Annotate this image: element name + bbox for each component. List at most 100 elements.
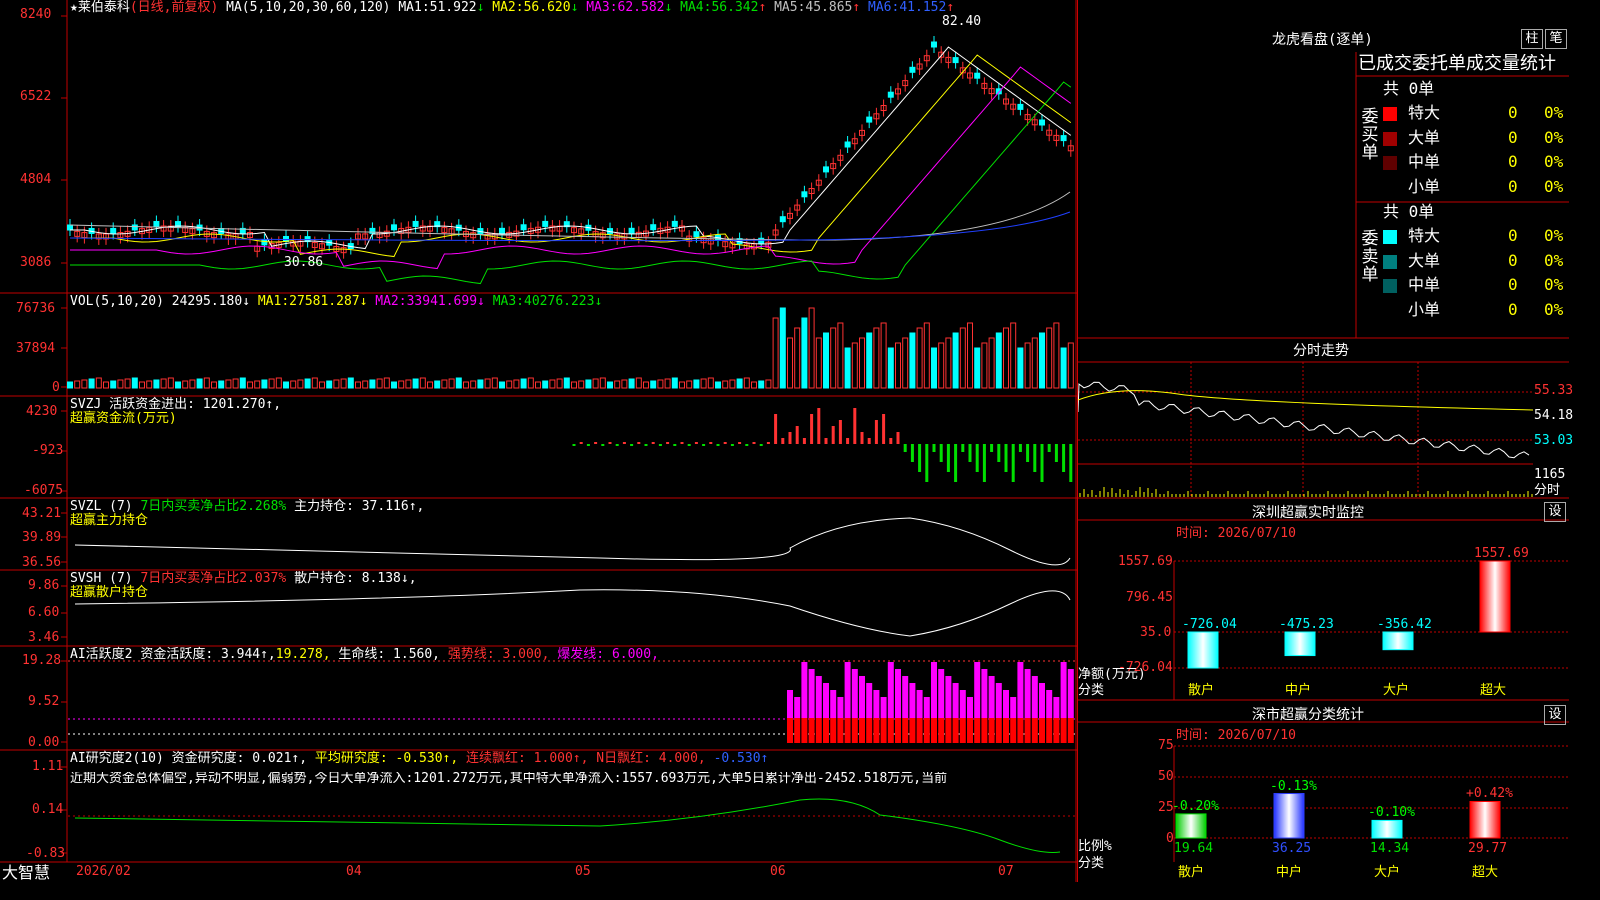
price-panel-header: ★莱伯泰科(日线,前复权) MA(5,10,20,30,60,120) MA1:…: [70, 1, 954, 15]
right-panel-canvas: [1078, 52, 1569, 862]
tick-view-button[interactable]: 笔: [1545, 29, 1567, 49]
candle-body: [1039, 119, 1045, 126]
volume-bar: [571, 381, 577, 389]
volume-bar: [477, 379, 484, 389]
volume-bar: [520, 378, 527, 389]
volume-bar: [1053, 322, 1060, 389]
active-bar-magenta: [1024, 669, 1031, 718]
monitor-bar: [1284, 631, 1316, 657]
volume-bar: [383, 377, 390, 389]
svsh-axis-2: 6.60: [28, 605, 60, 620]
flow-bar: [1069, 444, 1073, 482]
volume-bar: [549, 379, 556, 389]
active-bar-red: [1053, 718, 1060, 743]
sell-row-label: 小单: [1408, 299, 1441, 319]
retail-holding-line: [74, 589, 1071, 637]
monitor-axis-1: 1557.69: [1118, 554, 1173, 569]
vol-axis-3: 0: [52, 380, 60, 395]
sell-row-color-icon: [1383, 230, 1397, 244]
volume-bar: [967, 322, 973, 389]
buy-row-pct: 0%: [1544, 176, 1564, 196]
ma5-arrow: ↑: [852, 0, 861, 15]
active-bar-red: [1010, 718, 1017, 743]
bar-view-button[interactable]: 柱: [1521, 29, 1543, 49]
svzj-axis-1: 4230: [26, 404, 58, 419]
stock-mode: (日线,前复权): [129, 0, 219, 15]
active-bar-magenta: [981, 669, 988, 718]
candle-body: [412, 220, 419, 227]
sell-total: 共 0单: [1383, 202, 1435, 221]
volume-bar: [866, 332, 873, 389]
flow-bar: [889, 438, 893, 444]
buy-row-count: 0: [1508, 152, 1518, 171]
volume-bar: [736, 378, 743, 389]
volume-bar: [484, 378, 491, 389]
volume-bar: [189, 379, 196, 389]
main-chart-area[interactable]: ★莱伯泰科(日线,前复权) MA(5,10,20,30,60,120) MA1:…: [0, 0, 1077, 882]
classify-settings-button[interactable]: 设: [1544, 705, 1566, 725]
candle-body: [131, 224, 138, 231]
candle-body: [1060, 135, 1067, 142]
volume-bar: [801, 317, 808, 389]
svzl-axis-1: 43.21: [22, 506, 62, 521]
volume-bar: [931, 347, 937, 389]
intraday-axis-2: 54.18: [1534, 408, 1574, 423]
volume-bar: [1024, 342, 1031, 389]
volume-bar: [455, 377, 462, 389]
monitor-category-label: 大户: [1383, 683, 1410, 698]
classify-bar-delta: +0.42%: [1466, 786, 1513, 802]
monitor-bar: [1187, 631, 1219, 669]
candle-body: [779, 216, 786, 223]
classify-bar: [1469, 800, 1501, 839]
flow-bar: [759, 444, 763, 446]
flow-bar: [752, 442, 756, 444]
volume-bar: [175, 381, 181, 389]
volume-bar: [650, 380, 657, 389]
flow-bar: [968, 444, 972, 462]
volume-bar: [628, 378, 635, 389]
flow-bar: [666, 442, 670, 444]
volume-bar: [412, 378, 419, 389]
vol-ma2-value: 33941.699↓: [406, 294, 485, 309]
monitor-settings-button[interactable]: 设: [1544, 502, 1566, 522]
volume-bar: [239, 377, 246, 389]
volume-bar: [1031, 337, 1038, 389]
ma1-label: MA1:: [398, 0, 430, 15]
active-bar-magenta: [995, 683, 1002, 718]
classify-bar: [1371, 819, 1403, 839]
active-bar-red: [909, 718, 916, 743]
flow-bar: [709, 442, 713, 444]
ma3-value: 62.582: [617, 0, 665, 15]
flow-bar: [1004, 444, 1008, 472]
candle-body: [952, 57, 959, 64]
ai-research-axis-1: 1.11: [32, 759, 64, 774]
classify-ratio-label: 比例%: [1078, 839, 1112, 854]
intraday-axis-4: 1165: [1534, 467, 1566, 482]
candle-body: [650, 224, 657, 231]
monitor-unit-label: 净额(万元): [1078, 667, 1146, 682]
ma6-arrow: ↑: [946, 0, 955, 15]
vol-params: VOL(5,10,20): [70, 294, 164, 309]
monitor-bar-value: 1557.69: [1474, 546, 1529, 561]
buy-side-label: 委买单: [1358, 80, 1382, 162]
flow-bar: [673, 444, 677, 446]
active-bar-red: [887, 718, 894, 743]
active-bar-magenta: [1039, 683, 1045, 718]
vol-ma2-label: MA2:: [375, 294, 407, 309]
svzj-axis-2: -923: [32, 443, 64, 458]
active-bar-red: [851, 718, 858, 743]
ma2-arrow: ↓: [570, 0, 579, 15]
volume-bar: [283, 381, 289, 389]
ai-research-axis-2: 0.14: [32, 802, 64, 817]
stock-name: ★莱伯泰科: [70, 0, 130, 15]
active-bar-magenta: [787, 690, 793, 718]
main-chart-canvas[interactable]: [0, 0, 1077, 882]
flow-bar: [579, 442, 583, 444]
flow-bar: [594, 442, 598, 444]
active-bar-red: [801, 718, 808, 743]
flow-bar: [723, 442, 727, 444]
volume-bar: [974, 347, 981, 389]
active-bar-red: [931, 718, 937, 743]
active-bar-magenta: [1017, 662, 1024, 718]
volume-bar: [311, 377, 318, 389]
